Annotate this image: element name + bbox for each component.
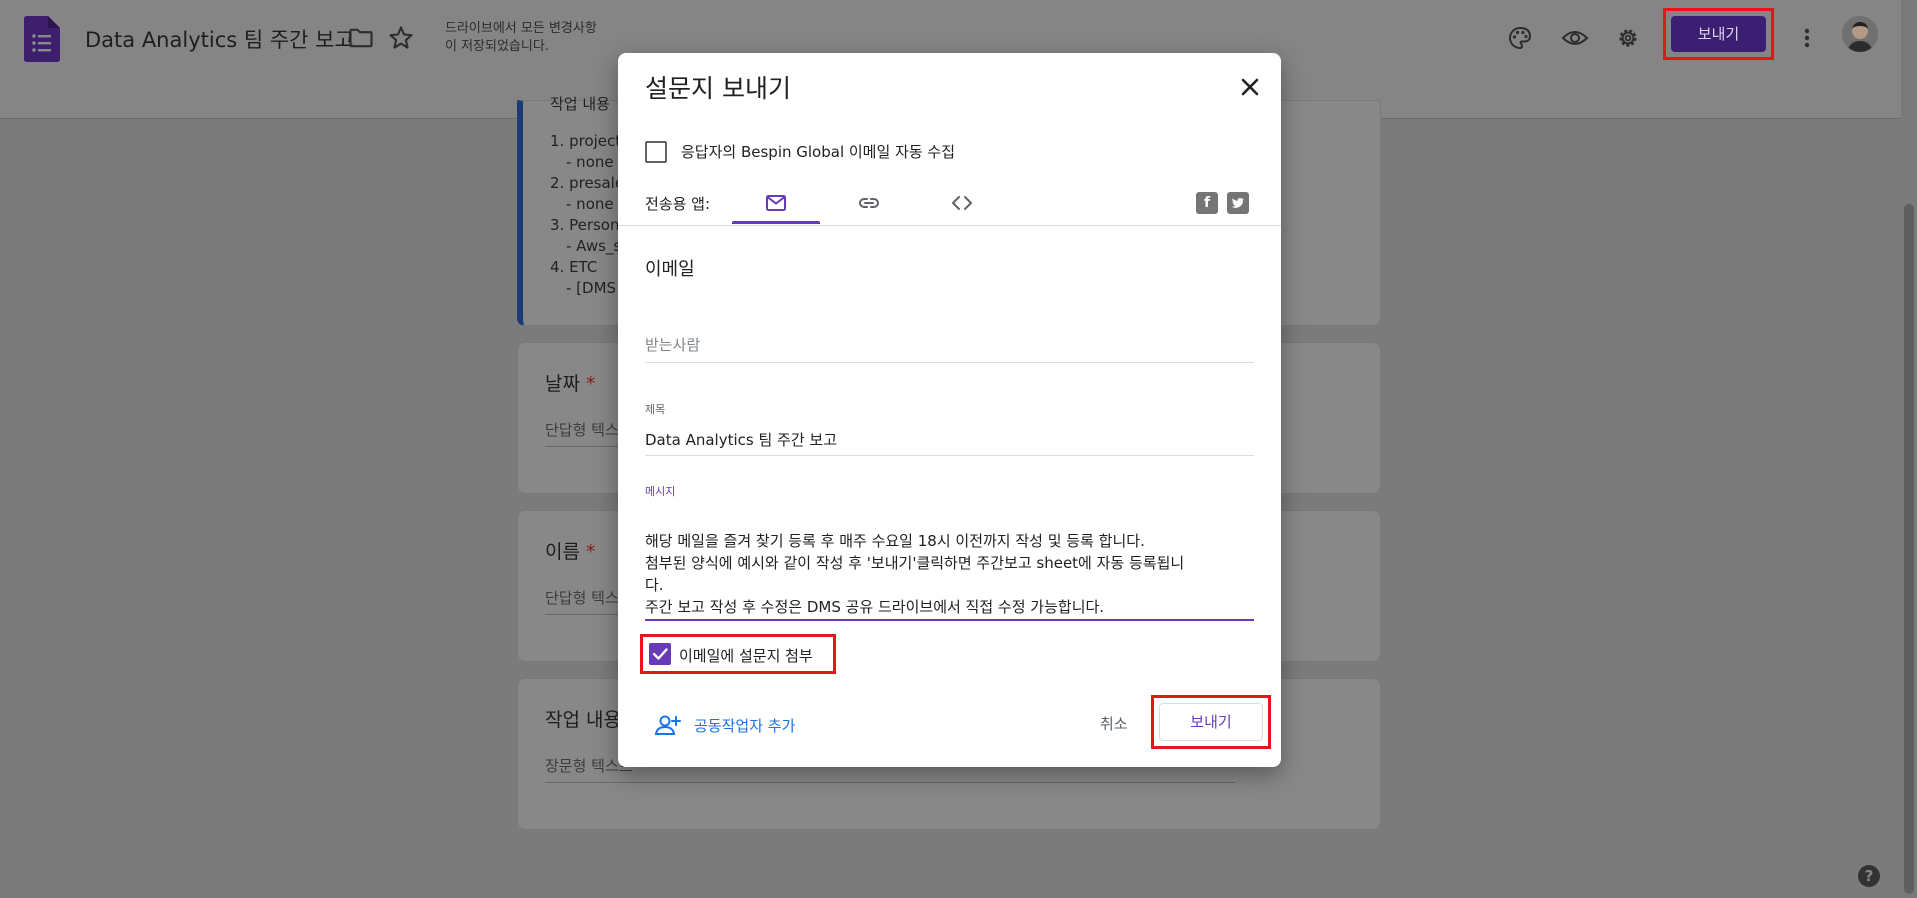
include-form-label: 이메일에 설문지 첨부 [679, 647, 813, 665]
dialog-divider [618, 225, 1281, 226]
account-avatar[interactable] [1842, 16, 1878, 52]
tab-link[interactable] [825, 179, 913, 227]
question-title: 날짜 * [545, 369, 595, 396]
email-section-title: 이메일 [645, 259, 695, 280]
send-button-highlight: 보내기 [1151, 695, 1271, 749]
dialog-title: 설문지 보내기 [645, 74, 791, 103]
question-title-text: 작업 내용 [545, 709, 621, 731]
message-line: 다. [645, 576, 664, 594]
facebook-icon[interactable]: f [1196, 192, 1218, 214]
page-scrollbar[interactable] [1901, 0, 1917, 898]
include-form-checkbox[interactable] [649, 643, 671, 665]
folder-icon[interactable] [347, 24, 375, 52]
recipients-input[interactable]: 받는사람 [645, 324, 1254, 363]
message-textarea[interactable]: 해당 메일을 즐겨 찾기 등록 후 매주 수요일 18시 이전까지 작성 및 등… [645, 530, 1254, 618]
question-title: 이름 * [545, 537, 595, 564]
twitter-icon[interactable] [1227, 192, 1249, 214]
required-asterisk: * [585, 373, 596, 395]
send-form-dialog: 설문지 보내기 응답자의 Bespin Global 이메일 자동 수집 전송용… [618, 53, 1281, 767]
help-icon[interactable]: ? [1857, 864, 1881, 888]
include-form-highlight: 이메일에 설문지 첨부 [640, 634, 836, 674]
add-person-icon [654, 715, 681, 735]
description-line: - [DMS [566, 279, 617, 297]
description-line: 3. Persona [550, 216, 629, 234]
message-line: 해당 메일을 즐겨 찾기 등록 후 매주 수요일 18시 이전까지 작성 및 등… [645, 532, 1145, 550]
description-line: 1. project/ [550, 132, 627, 150]
settings-gear-icon[interactable] [1608, 18, 1648, 58]
send-via-label: 전송용 앱: [645, 195, 711, 213]
add-collaborators-label: 공동작업자 추가 [694, 717, 796, 735]
save-status-line: 드라이브에서 모든 변경사항 [445, 21, 597, 36]
save-status: 드라이브에서 모든 변경사항 이 저장되었습니다. [445, 20, 597, 56]
tab-email[interactable] [732, 179, 820, 227]
recipients-placeholder: 받는사람 [645, 336, 701, 354]
message-label: 메시지 [645, 485, 676, 498]
preview-eye-icon[interactable] [1555, 18, 1595, 58]
cancel-button[interactable]: 취소 [1100, 713, 1128, 734]
dialog-send-button[interactable]: 보내기 [1159, 703, 1263, 741]
svg-text:?: ? [1865, 867, 1874, 885]
subject-value: Data Analytics 팀 주간 보고 [645, 431, 838, 449]
subject-label: 제목 [645, 403, 666, 416]
description-line: - none [566, 153, 614, 171]
subject-input[interactable]: Data Analytics 팀 주간 보고 [645, 423, 1254, 456]
collect-email-label: 응답자의 Bespin Global 이메일 자동 수집 [681, 143, 956, 161]
checkmark-icon [652, 648, 668, 660]
avatar-photo-icon [1842, 16, 1878, 52]
message-focus-underline [645, 619, 1254, 621]
send-button[interactable]: 보내기 [1671, 16, 1766, 52]
star-icon[interactable] [387, 24, 415, 52]
description-line: - Aws_s [566, 237, 622, 255]
active-tab-indicator [732, 221, 820, 224]
description-line: - none [566, 195, 614, 213]
google-forms-logo[interactable] [24, 16, 60, 62]
scrollbar-thumb[interactable] [1904, 204, 1914, 894]
palette-icon[interactable] [1500, 18, 1540, 58]
save-status-line: 이 저장되었습니다. [445, 39, 549, 54]
question-title-text: 날짜 [545, 373, 580, 395]
question-title: 작업 내용 [545, 705, 621, 732]
twitter-bird-glyph [1231, 197, 1244, 208]
required-asterisk: * [585, 541, 596, 563]
question-title-text: 이름 [545, 541, 580, 563]
document-title[interactable]: Data Analytics 팀 주간 보고 [85, 24, 354, 54]
close-icon[interactable] [1234, 71, 1266, 103]
description-heading: 작업 내용 [550, 95, 610, 113]
message-line: 주간 보고 작성 후 수정은 DMS 공유 드라이브에서 직접 수정 가능합니다… [645, 598, 1105, 616]
message-line: 첨부된 양식에 예시와 같이 작성 후 '보내기'클릭하면 주간보고 sheet… [645, 554, 1185, 572]
mail-icon [766, 195, 786, 211]
embed-code-icon [952, 196, 972, 210]
more-options-icon[interactable] [1787, 18, 1827, 58]
tab-embed[interactable] [918, 179, 1006, 227]
send-button-highlight: 보내기 [1663, 8, 1774, 60]
description-line: 4. ETC [550, 258, 598, 276]
collect-email-checkbox[interactable] [645, 141, 667, 163]
link-icon [859, 198, 879, 208]
